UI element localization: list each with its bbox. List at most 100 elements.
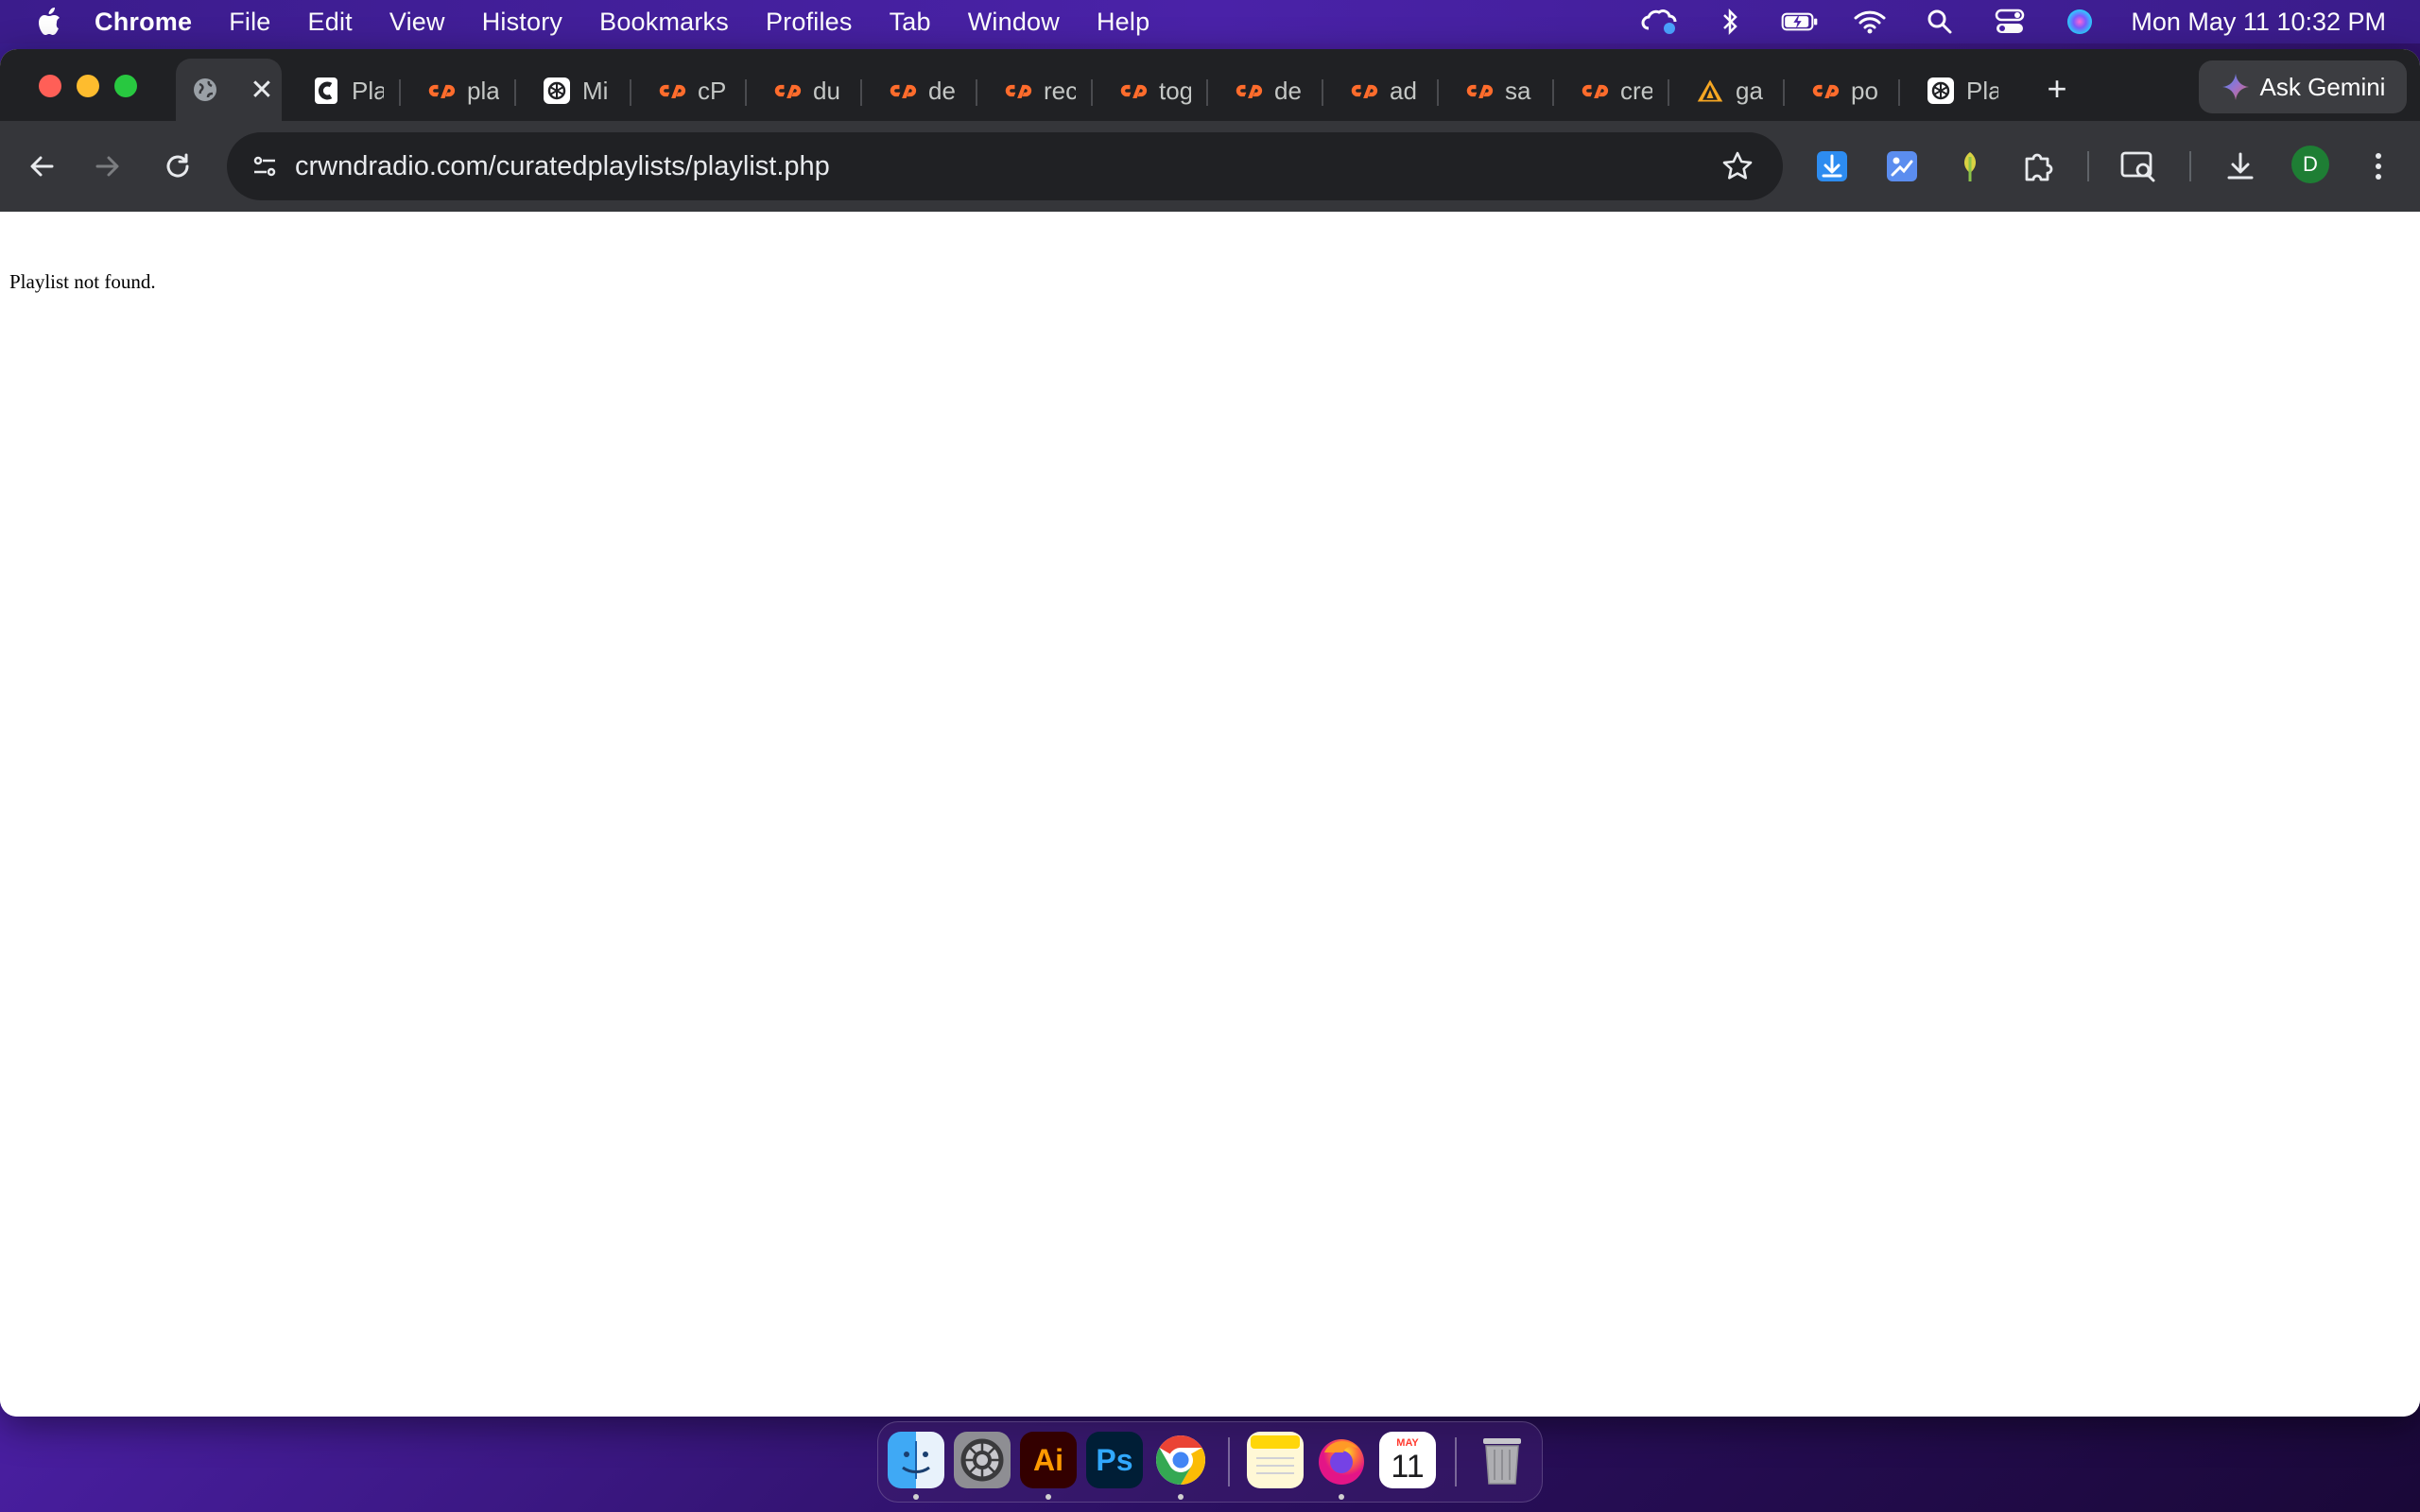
page-content: Playlist not found. [0,212,2420,1417]
calendar-icon[interactable]: MAY 11 [1379,1432,1436,1488]
tab-item[interactable]: ga [1681,60,1785,121]
new-tab-button[interactable]: + [2038,69,2076,108]
image-tool-extension-icon[interactable] [1879,144,1925,189]
tab-title: ad [1390,76,1417,105]
profile-avatar[interactable]: D [2291,146,2329,183]
site-info-icon[interactable] [246,147,284,185]
calendar-day: 11 [1391,1449,1425,1485]
download-extension-icon[interactable] [1809,144,1855,189]
tab-title: po [1851,76,1878,105]
tab-title: sa [1505,76,1531,105]
error-message: Playlist not found. [9,270,156,293]
battery-charging-icon[interactable] [1781,3,1819,41]
spotlight-search-icon[interactable] [1921,3,1959,41]
tab-search-icon[interactable] [2116,144,2161,189]
tab-title: Pla [1966,76,1998,105]
chrome-icon[interactable] [1152,1432,1209,1488]
tab-item[interactable]: sa [1450,60,1554,121]
menu-app-name[interactable]: Chrome [95,8,192,37]
tab-item[interactable]: de [873,60,977,121]
tab-item[interactable]: po [1796,60,1900,121]
menu-clock[interactable]: Mon May 11 10:32 PM [2131,8,2386,37]
leaf-extension-icon[interactable] [1947,144,1993,189]
more-menu-icon[interactable] [2356,144,2401,189]
tab-title: cP [698,76,727,105]
wifi-icon[interactable] [1851,3,1889,41]
openai-icon [1927,77,1955,105]
minimize-window-button[interactable] [77,75,99,97]
c-logo-icon [312,77,340,105]
menu-profiles[interactable]: Profiles [766,8,853,37]
close-window-button[interactable] [39,75,61,97]
calendar-month: MAY [1396,1437,1419,1449]
menu-history[interactable]: History [482,8,562,37]
globe-icon [191,76,219,104]
ask-gemini-button[interactable]: Ask Gemini [2199,60,2407,113]
url-text[interactable]: crwndradio.com/curatedplaylists/playlist… [295,151,830,182]
forward-button[interactable] [87,146,129,187]
menu-edit[interactable]: Edit [308,8,353,37]
photoshop-icon[interactable]: Ps [1086,1432,1143,1488]
system-settings-icon[interactable] [954,1432,1011,1488]
menu-window[interactable]: Window [968,8,1060,37]
browser-toolbar: crwndradio.com/curatedplaylists/playlist… [0,121,2420,212]
bookmark-star-icon[interactable] [1719,147,1756,185]
tab-item[interactable]: Pla [1911,60,2015,121]
tab-title: de [1274,76,1302,105]
tab-title: ga [1736,76,1763,105]
menu-tab[interactable]: Tab [890,8,931,37]
trash-icon[interactable] [1474,1432,1530,1488]
menu-help[interactable]: Help [1097,8,1150,37]
tab-item[interactable]: ad [1335,60,1439,121]
tab-active[interactable]: ✕ [176,59,282,121]
notes-icon[interactable] [1247,1432,1304,1488]
tab-title: du [813,76,840,105]
cpanel-icon [427,77,456,105]
browser-window: ✕ Pla pla Mi cP du de rec tog de ad sa c… [0,49,2420,1417]
tab-title: cre [1620,76,1652,105]
pyramid-logo-icon [1696,77,1724,105]
apple-menu-icon[interactable] [36,7,66,37]
tab-item[interactable]: de [1219,60,1323,121]
creative-cloud-icon[interactable] [1641,3,1679,41]
cpanel-icon [1581,77,1609,105]
tab-title: Mi [582,76,609,105]
finder-icon[interactable] [888,1432,944,1488]
tab-item[interactable]: Mi [527,60,631,121]
illustrator-icon[interactable]: Ai [1020,1432,1077,1488]
downloads-icon[interactable] [2218,144,2263,189]
cpanel-icon [658,77,686,105]
tab-item[interactable]: pla [412,60,516,121]
tab-item[interactable]: tog [1104,60,1208,121]
menu-file[interactable]: File [229,8,270,37]
cpanel-icon [1004,77,1032,105]
cpanel-icon [1119,77,1148,105]
menu-view[interactable]: View [389,8,445,37]
address-bar[interactable]: crwndradio.com/curatedplaylists/playlist… [227,132,1783,200]
siri-icon[interactable] [2061,3,2099,41]
extensions-puzzle-icon[interactable] [2015,144,2061,189]
control-center-icon[interactable] [1991,3,2029,41]
openai-icon [543,77,571,105]
bluetooth-icon[interactable] [1711,3,1749,41]
ask-gemini-label: Ask Gemini [2259,72,2386,101]
tab-item[interactable]: du [758,60,862,121]
cpanel-icon [1811,77,1840,105]
cpanel-icon [773,77,802,105]
status-area: Mon May 11 10:32 PM [1641,0,2420,43]
tab-title: de [928,76,956,105]
back-button[interactable] [21,146,62,187]
close-tab-icon[interactable]: ✕ [246,74,278,106]
tab-title: rec [1044,76,1076,105]
tab-item[interactable]: cP [643,60,747,121]
cpanel-icon [1350,77,1378,105]
menu-bookmarks[interactable]: Bookmarks [599,8,729,37]
tab-item[interactable]: cre [1565,60,1669,121]
tab-item[interactable]: rec [989,60,1093,121]
firefox-icon[interactable] [1313,1432,1370,1488]
cpanel-icon [1465,77,1494,105]
reload-button[interactable] [157,146,199,187]
tab-title: pla [467,76,499,105]
fullscreen-window-button[interactable] [114,75,137,97]
tab-item[interactable]: Pla [297,60,401,121]
